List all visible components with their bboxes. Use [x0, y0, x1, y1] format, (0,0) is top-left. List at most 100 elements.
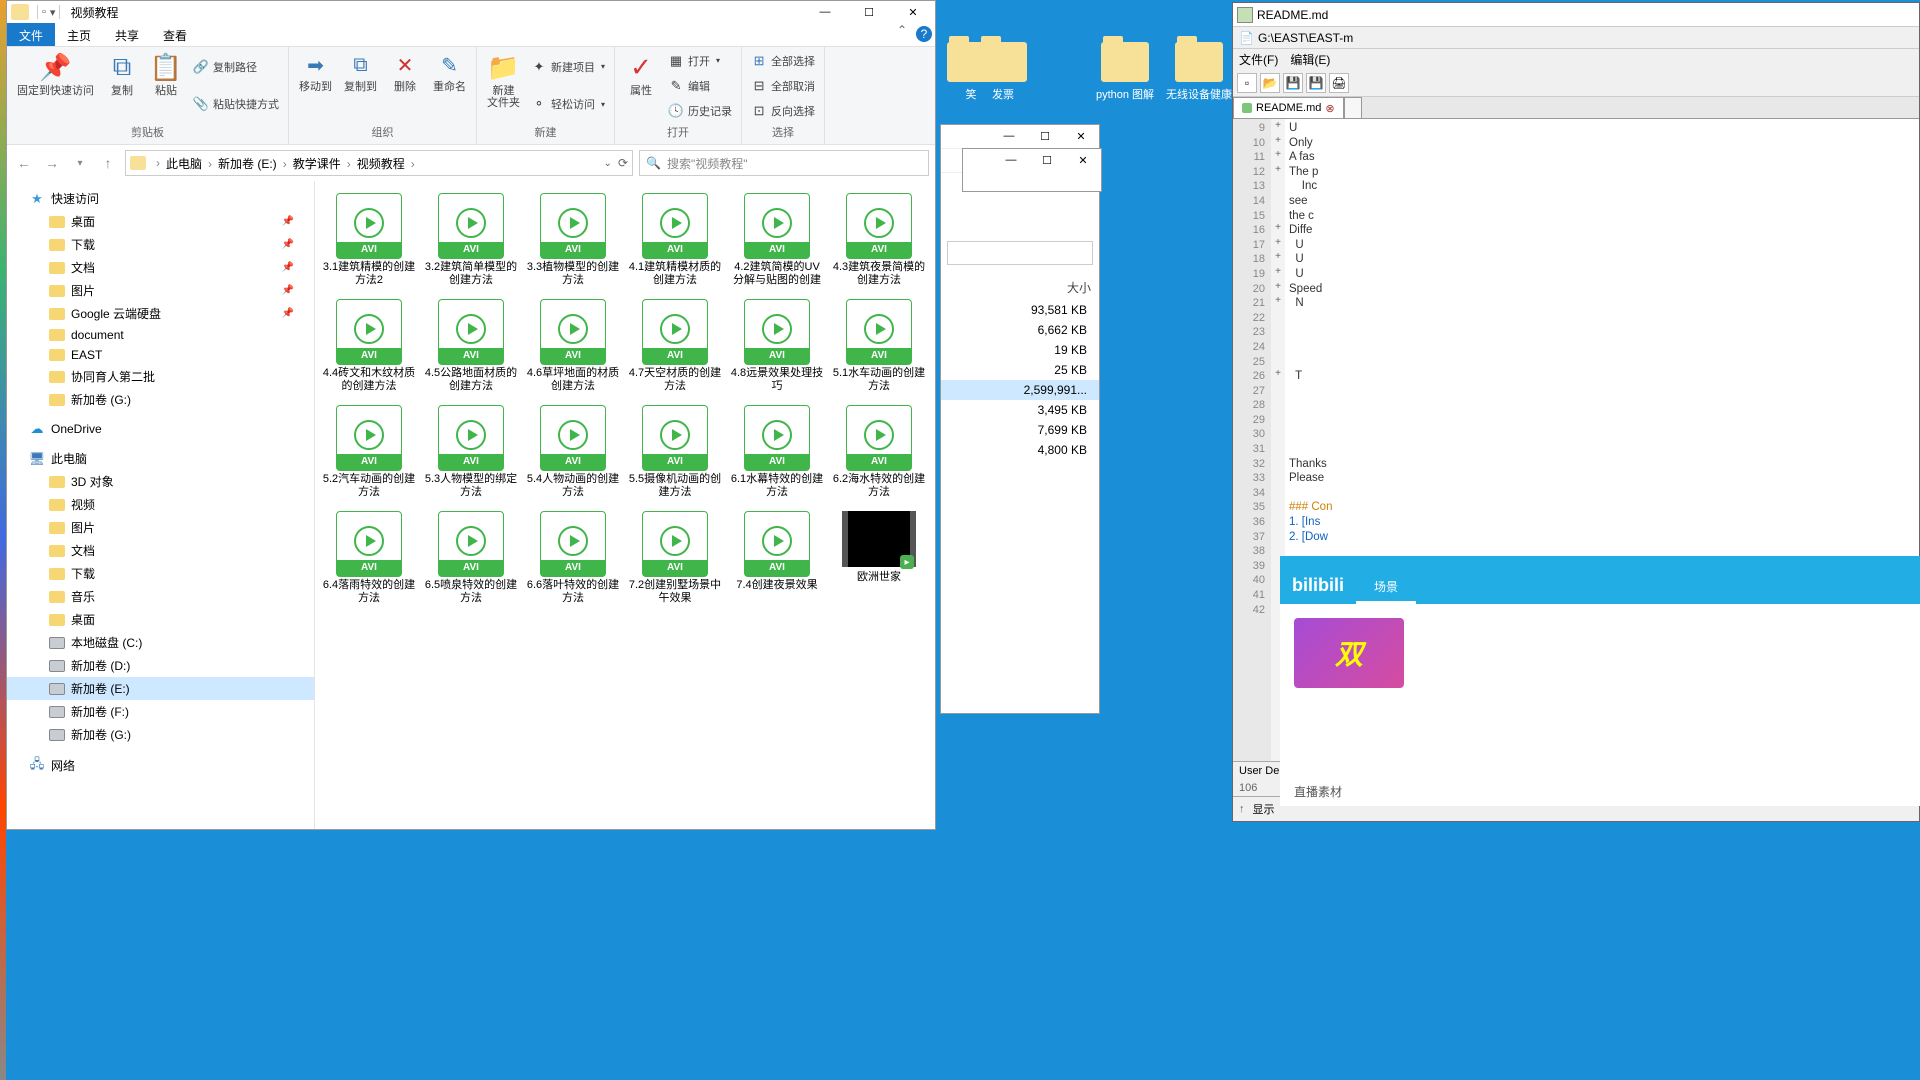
- nav-item[interactable]: 新加卷 (G:): [7, 388, 314, 411]
- pin-button[interactable]: 📌固定到快速访问: [13, 49, 98, 122]
- titlebar[interactable]: ▫ ▾ 视频教程 — ☐ ✕: [7, 1, 935, 23]
- file-item[interactable]: AVI6.6落叶特效的创建方法: [523, 509, 623, 607]
- forward-button[interactable]: →: [41, 152, 63, 174]
- selectnone-button[interactable]: ⊟全部取消: [748, 77, 818, 95]
- rename-button[interactable]: ✎重命名: [429, 49, 470, 122]
- breadcrumb-item[interactable]: 新加卷 (E:): [216, 157, 279, 171]
- nav-network[interactable]: 🖧网络: [7, 754, 314, 777]
- column-header-size[interactable]: 大小: [941, 275, 1099, 300]
- nav-item[interactable]: Google 云端硬盘📌: [7, 302, 314, 325]
- save-icon[interactable]: 💾: [1283, 73, 1303, 93]
- tab-view[interactable]: 查看: [151, 23, 199, 46]
- close-button[interactable]: ✕: [891, 1, 935, 23]
- breadcrumb-item[interactable]: 此电脑: [164, 157, 204, 171]
- file-item[interactable]: AVI5.5摄像机动画的创建方法: [625, 403, 725, 501]
- history-button[interactable]: 🕓历史记录: [665, 102, 735, 120]
- help-icon[interactable]: ?: [916, 26, 932, 42]
- file-item[interactable]: AVI5.4人物动画的创建方法: [523, 403, 623, 501]
- nav-item[interactable]: 文档: [7, 539, 314, 562]
- menu-item[interactable]: 文件(F): [1239, 51, 1278, 67]
- selectall-button[interactable]: ⊞全部选择: [748, 52, 818, 70]
- bili-tab-scene[interactable]: 场景: [1356, 572, 1416, 604]
- breadcrumb-item[interactable]: 教学课件: [291, 157, 343, 171]
- detail-row[interactable]: 6,662 KB: [941, 320, 1099, 340]
- file-item[interactable]: AVI3.3植物模型的创建方法: [523, 191, 623, 289]
- file-grid[interactable]: AVI3.1建筑精模的创建方法2AVI3.2建筑简单模型的创建方法AVI3.3植…: [315, 181, 935, 829]
- tab-readme[interactable]: README.md ⊗: [1233, 97, 1344, 118]
- nav-item[interactable]: document: [7, 325, 314, 345]
- desktop-icon[interactable]: python 图解: [1090, 42, 1160, 102]
- qat-icon[interactable]: ▫: [42, 6, 46, 18]
- file-item[interactable]: AVI4.1建筑精模材质的创建方法: [625, 191, 725, 289]
- detail-row[interactable]: 3,495 KB: [941, 400, 1099, 420]
- back-button[interactable]: ←: [13, 152, 35, 174]
- file-item[interactable]: AVI6.4落雨特效的创建方法: [319, 509, 419, 607]
- maximize-button[interactable]: ☐: [847, 1, 891, 23]
- minimize-button[interactable]: —: [803, 1, 847, 23]
- ribbon-collapse-icon[interactable]: ⌃: [891, 23, 913, 46]
- nav-item[interactable]: 新加卷 (E:): [7, 677, 314, 700]
- edit-button[interactable]: ✎编辑: [665, 77, 735, 95]
- nav-item[interactable]: 音乐: [7, 585, 314, 608]
- nav-item[interactable]: 文档📌: [7, 256, 314, 279]
- detail-row[interactable]: 7,699 KB: [941, 420, 1099, 440]
- recent-button[interactable]: ▾: [69, 152, 91, 174]
- close-button[interactable]: ✕: [1065, 149, 1101, 171]
- file-item[interactable]: AVI6.2海水特效的创建方法: [829, 403, 929, 501]
- file-item[interactable]: AVI4.2建筑简模的UV分解与贴图的创建: [727, 191, 827, 289]
- maximize-button[interactable]: ☐: [1027, 125, 1063, 147]
- delete-button[interactable]: ✕删除: [385, 49, 425, 122]
- nav-item[interactable]: 新加卷 (D:): [7, 654, 314, 677]
- file-item[interactable]: AVI7.4创建夜景效果: [727, 509, 827, 607]
- nav-item[interactable]: 协同育人第二批: [7, 365, 314, 388]
- open-button[interactable]: ▦打开▾: [665, 52, 735, 70]
- nav-item[interactable]: 桌面📌: [7, 210, 314, 233]
- maximize-button[interactable]: ☐: [1029, 149, 1065, 171]
- up-button[interactable]: ↑: [97, 152, 119, 174]
- file-item[interactable]: AVI3.1建筑精模的创建方法2: [319, 191, 419, 289]
- easyaccess-button[interactable]: ⚬轻松访问▾: [528, 95, 608, 113]
- nav-item[interactable]: 3D 对象: [7, 470, 314, 493]
- minimize-button[interactable]: —: [993, 149, 1029, 171]
- file-item[interactable]: ▸欧洲世家: [829, 509, 929, 607]
- nav-item[interactable]: 桌面: [7, 608, 314, 631]
- copy-button[interactable]: ⧉复制: [102, 49, 142, 122]
- tab-share[interactable]: 共享: [103, 23, 151, 46]
- file-item[interactable]: AVI3.2建筑简单模型的创建方法: [421, 191, 521, 289]
- search-input[interactable]: 🔍 搜索"视频教程": [639, 150, 929, 176]
- search-input[interactable]: [947, 241, 1093, 265]
- tab-file[interactable]: 文件: [7, 23, 55, 46]
- file-item[interactable]: AVI4.5公路地面材质的创建方法: [421, 297, 521, 395]
- file-item[interactable]: AVI6.1水幕特效的创建方法: [727, 403, 827, 501]
- open-icon[interactable]: 📂: [1260, 73, 1280, 93]
- copyto-button[interactable]: ⧉复制到: [340, 49, 381, 122]
- nav-item[interactable]: 新加卷 (F:): [7, 700, 314, 723]
- file-item[interactable]: AVI5.1水车动画的创建方法: [829, 297, 929, 395]
- file-item[interactable]: AVI5.2汽车动画的创建方法: [319, 403, 419, 501]
- desktop-icon[interactable]: 无线设备健康: [1164, 42, 1234, 102]
- detail-row[interactable]: 4,800 KB: [941, 440, 1099, 460]
- tab-other[interactable]: [1344, 97, 1362, 118]
- invert-button[interactable]: ⊡反向选择: [748, 102, 818, 120]
- nav-item[interactable]: 本地磁盘 (C:): [7, 631, 314, 654]
- qat-icon[interactable]: ▾: [50, 6, 56, 19]
- pasteshortcut-button[interactable]: 📎粘贴快捷方式: [190, 95, 282, 113]
- saveall-icon[interactable]: 💾: [1306, 73, 1326, 93]
- file-item[interactable]: AVI4.8远景效果处理技巧: [727, 297, 827, 395]
- detail-row[interactable]: 93,581 KB: [941, 300, 1099, 320]
- breadcrumb[interactable]: › 此电脑›新加卷 (E:)›教学课件›视频教程› ⌄ ⟳: [125, 150, 633, 176]
- nav-item[interactable]: EAST: [7, 345, 314, 365]
- nav-item[interactable]: 下载📌: [7, 233, 314, 256]
- nav-item[interactable]: 视频: [7, 493, 314, 516]
- properties-button[interactable]: ✓属性: [621, 49, 661, 122]
- desktop-icon[interactable]: 发票: [968, 42, 1038, 102]
- file-item[interactable]: AVI5.3人物模型的绑定方法: [421, 403, 521, 501]
- close-button[interactable]: ✕: [1063, 125, 1099, 147]
- nav-item[interactable]: 图片: [7, 516, 314, 539]
- menu-item[interactable]: 编辑(E): [1290, 51, 1330, 67]
- copypath-button[interactable]: 🔗复制路径: [190, 58, 282, 76]
- nav-onedrive[interactable]: ☁OneDrive: [7, 419, 314, 439]
- file-item[interactable]: AVI4.6草坪地面的材质创建方法: [523, 297, 623, 395]
- paste-button[interactable]: 📋粘贴: [146, 49, 186, 122]
- newfolder-button[interactable]: 📁新建 文件夹: [483, 49, 524, 122]
